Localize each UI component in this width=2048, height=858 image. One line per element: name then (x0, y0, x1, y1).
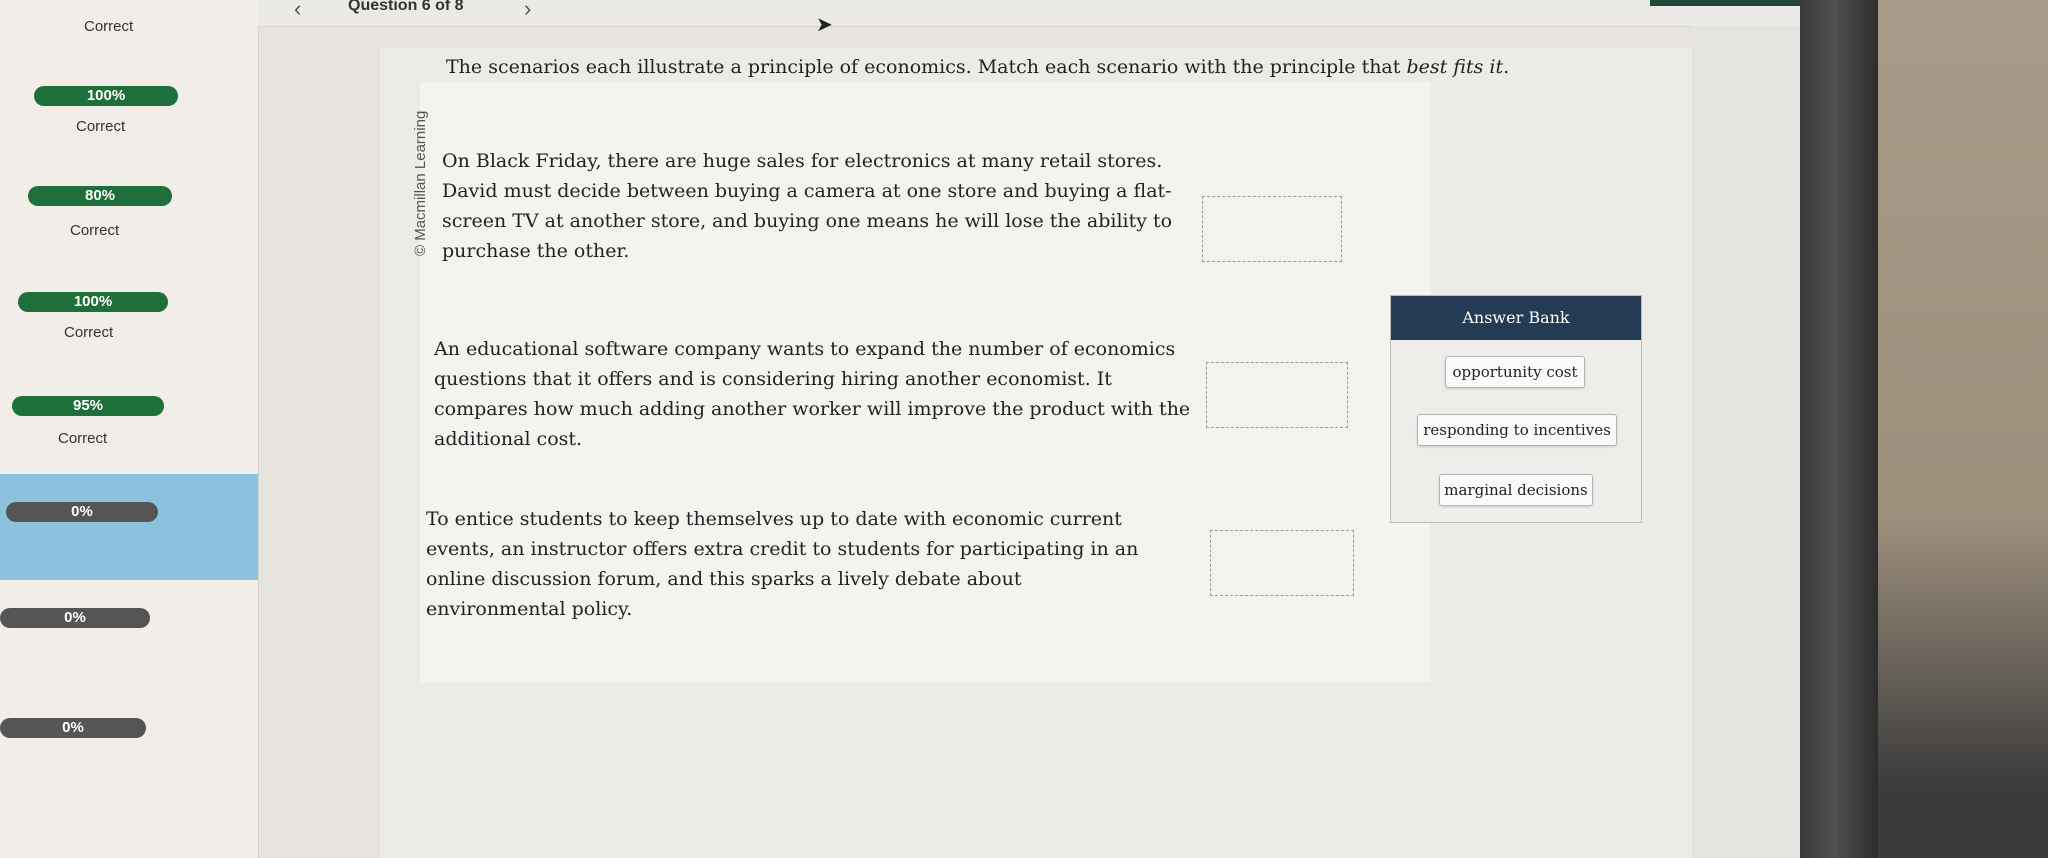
question-sidebar: Correct 100% Correct 80% Correct 100% Co… (0, 0, 259, 858)
sidebar-item-2[interactable]: 100% Correct (0, 80, 258, 160)
monitor-bezel (1800, 0, 1878, 858)
score-badge: 100% (18, 292, 168, 312)
score-badge: 0% (0, 718, 146, 738)
sidebar-item-7[interactable]: 0% (0, 596, 258, 666)
chevron-right-icon[interactable]: › (524, 0, 531, 22)
copyright-credit: © Macmillan Learning (412, 110, 429, 256)
content-margin (1692, 26, 1800, 858)
scenario-2: An educational software company wants to… (434, 338, 1191, 450)
status-text: Correct (84, 18, 134, 35)
answer-chip-marginal-decisions[interactable]: marginal decisions (1439, 474, 1593, 506)
mouse-cursor-icon: ➤ (816, 14, 833, 36)
background-room (1878, 0, 2048, 858)
sidebar-item-1[interactable]: Correct (0, 0, 258, 70)
scenario-3: To entice students to keep themselves up… (426, 508, 1139, 620)
scenario-1: On Black Friday, there are huge sales fo… (442, 150, 1173, 262)
sidebar-item-4[interactable]: 100% Correct (0, 284, 258, 364)
status-text: Correct (76, 118, 126, 135)
answer-bank: Answer Bank opportunity cost responding … (1390, 295, 1642, 523)
header-accent-bar (1650, 0, 1800, 6)
status-text: Correct (70, 222, 120, 239)
question-prompt: The scenarios each illustrate a principl… (446, 56, 1510, 78)
status-text: Correct (58, 430, 108, 447)
sidebar-item-5[interactable]: 95% Correct (0, 388, 258, 458)
answer-chip-responding-to-incentives[interactable]: responding to incentives (1417, 414, 1617, 446)
question-header: ‹ Question 6 of 8 › (258, 0, 1800, 27)
score-badge: 0% (0, 608, 150, 628)
score-badge: 100% (34, 86, 178, 106)
drop-zone-3[interactable] (1210, 530, 1354, 596)
screen: Correct 100% Correct 80% Correct 100% Co… (0, 0, 1800, 858)
sidebar-item-6[interactable]: 0% (0, 474, 258, 580)
sidebar-item-8[interactable]: 0% (0, 706, 258, 776)
drop-zone-2[interactable] (1206, 362, 1348, 428)
score-badge: 0% (6, 502, 158, 522)
question-counter: Question 6 of 8 (348, 0, 464, 14)
score-badge: 80% (28, 186, 172, 206)
status-text: Correct (64, 324, 114, 341)
drop-zone-1[interactable] (1202, 196, 1342, 262)
chevron-left-icon[interactable]: ‹ (294, 0, 301, 22)
answer-chip-opportunity-cost[interactable]: opportunity cost (1445, 356, 1585, 388)
sidebar-item-3[interactable]: 80% Correct (0, 180, 258, 260)
answer-bank-title: Answer Bank (1391, 296, 1641, 340)
score-badge: 95% (12, 396, 164, 416)
